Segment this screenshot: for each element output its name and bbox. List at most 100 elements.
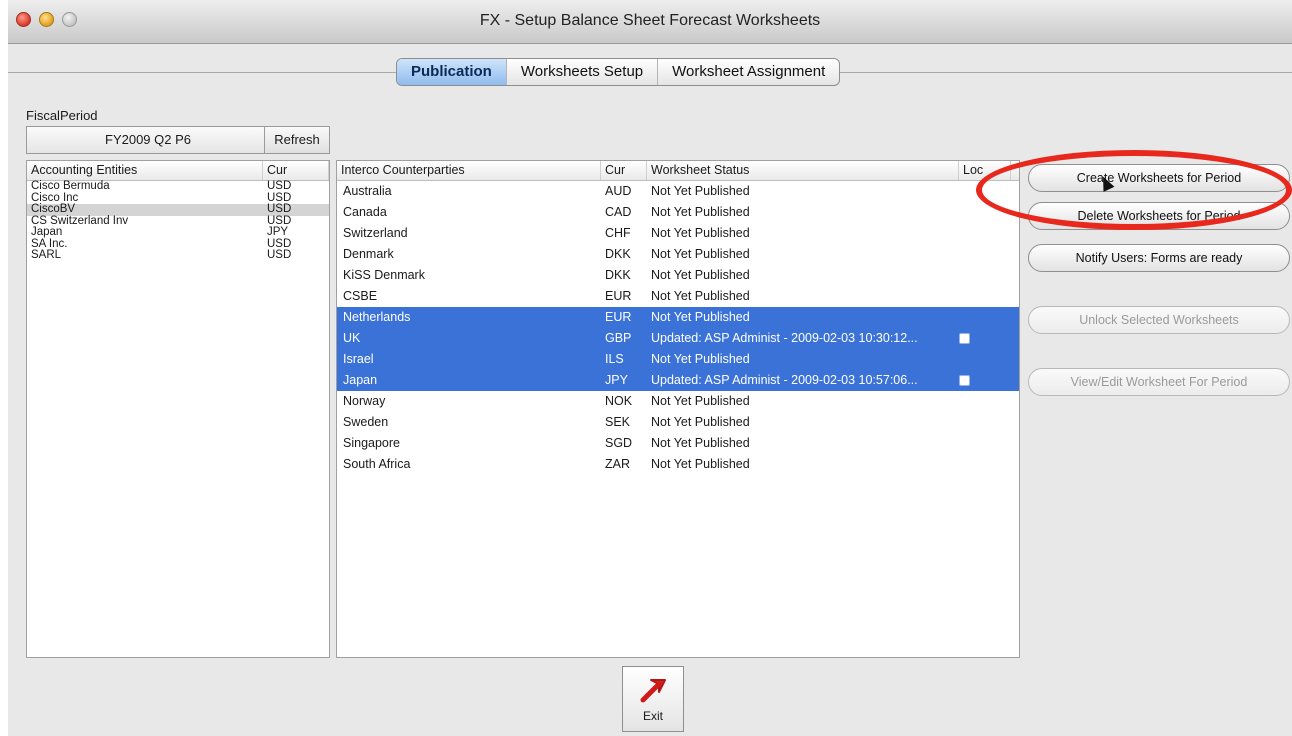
- app-window: FX - Setup Balance Sheet Forecast Worksh…: [8, 0, 1292, 736]
- worksheet-status: Not Yet Published: [651, 247, 750, 261]
- lock-cell: [959, 454, 1011, 475]
- counterparty-currency: GBP: [605, 331, 632, 345]
- counterparty-name: Switzerland: [343, 226, 408, 240]
- exit-button[interactable]: Exit: [622, 666, 684, 732]
- entity-currency: JPY: [267, 226, 289, 238]
- counterparty-currency: DKK: [605, 247, 631, 261]
- counterparty-currency: ILS: [605, 352, 624, 366]
- entity-name: Japan: [31, 226, 63, 238]
- worksheet-status: Updated: ASP Administ - 2009-02-03 10:30…: [651, 331, 918, 345]
- counterparties-name-header[interactable]: Interco Counterparties: [337, 161, 601, 180]
- tab-worksheet-assignment[interactable]: Worksheet Assignment: [658, 59, 839, 85]
- counterparty-name: Australia: [343, 184, 392, 198]
- worksheet-status: Not Yet Published: [651, 457, 750, 471]
- counterparty-row[interactable]: Sweden SEK Not Yet Published: [337, 412, 1019, 433]
- counterparty-name: Norway: [343, 394, 386, 408]
- counterparty-currency: CAD: [605, 205, 632, 219]
- accounting-entities-list[interactable]: Accounting Entities Cur Cisco Bermuda USD…: [26, 160, 330, 658]
- entity-currency: USD: [267, 180, 292, 192]
- window-title: FX - Setup Balance Sheet Forecast Worksh…: [479, 12, 821, 29]
- worksheet-status: Not Yet Published: [651, 310, 750, 324]
- counterparty-name: Singapore: [343, 436, 400, 450]
- entity-row[interactable]: SARL USD: [27, 249, 329, 262]
- lock-cell: [959, 286, 1011, 307]
- lock-checkbox[interactable]: [959, 333, 970, 344]
- counterparty-row[interactable]: Netherlands EUR Not Yet Published: [337, 307, 1019, 328]
- entity-name: CS Switzerland Inv: [31, 214, 129, 227]
- lock-cell: [959, 307, 1011, 328]
- worksheet-status: Not Yet Published: [651, 436, 750, 450]
- counterparty-row[interactable]: Australia AUD Not Yet Published: [337, 181, 1019, 202]
- counterparty-row[interactable]: South Africa ZAR Not Yet Published: [337, 454, 1019, 475]
- counterparty-row[interactable]: UK GBP Updated: ASP Administ - 2009-02-03 …: [337, 328, 1019, 349]
- counterparty-name: Japan: [343, 373, 378, 387]
- lock-cell: [959, 391, 1011, 412]
- worksheet-status: Not Yet Published: [651, 394, 750, 408]
- counterparty-row[interactable]: Switzerland CHF Not Yet Published: [337, 223, 1019, 244]
- exit-label: Exit: [642, 709, 663, 723]
- counterparty-row[interactable]: Israel ILS Not Yet Published: [337, 349, 1019, 370]
- counterparty-currency: EUR: [605, 289, 632, 303]
- lock-cell: [959, 328, 1011, 349]
- worksheet-status: Not Yet Published: [651, 289, 750, 303]
- lock-cell: [959, 223, 1011, 244]
- entity-name: SARL: [31, 249, 62, 261]
- interco-counterparties-table[interactable]: Interco Counterparties Cur Worksheet Sta…: [336, 160, 1020, 658]
- lock-cell: [959, 244, 1011, 265]
- refresh-button[interactable]: Refresh: [264, 126, 330, 154]
- worksheet-status: Not Yet Published: [651, 205, 750, 219]
- entities-cur-header[interactable]: Cur: [263, 161, 329, 180]
- notify-users-button[interactable]: Notify Users: Forms are ready: [1028, 244, 1290, 272]
- counterparty-row[interactable]: Japan JPY Updated: ASP Administ - 2009-02-…: [337, 370, 1019, 391]
- counterparty-row[interactable]: CSBE EUR Not Yet Published: [337, 286, 1019, 307]
- counterparty-row[interactable]: Singapore SGD Not Yet Published: [337, 433, 1019, 454]
- entity-name: SA Inc.: [31, 237, 68, 250]
- worksheet-status: Not Yet Published: [651, 268, 750, 282]
- tab-bar: Publication Worksheets Setup Worksheet A…: [396, 58, 841, 86]
- entity-currency: USD: [267, 249, 292, 261]
- counterparty-name: South Africa: [343, 457, 411, 471]
- unlock-worksheets-button[interactable]: Unlock Selected Worksheets: [1028, 306, 1290, 334]
- counterparties-header: Interco Counterparties Cur Worksheet Sta…: [337, 161, 1019, 181]
- worksheet-status: Updated: ASP Administ - 2009-02-03 10:57…: [651, 373, 918, 387]
- lock-cell: [959, 412, 1011, 433]
- counterparty-row[interactable]: Canada CAD Not Yet Published: [337, 202, 1019, 223]
- tab-publication[interactable]: Publication: [397, 59, 507, 85]
- entity-row[interactable]: Japan JPY: [27, 226, 329, 239]
- counterparty-name: UK: [343, 331, 361, 345]
- entity-name: CiscoBV: [31, 203, 76, 215]
- counterparty-name: KiSS Denmark: [343, 268, 425, 282]
- counterparty-name: Netherlands: [343, 310, 411, 324]
- entity-row[interactable]: Cisco Bermuda USD: [27, 180, 329, 193]
- counterparty-row[interactable]: KiSS Denmark DKK Not Yet Published: [337, 265, 1019, 286]
- counterparty-name: Sweden: [343, 415, 389, 429]
- counterparty-row[interactable]: Norway NOK Not Yet Published: [337, 391, 1019, 412]
- counterparty-name: Canada: [343, 205, 387, 219]
- entities-header: Accounting Entities Cur: [27, 161, 329, 181]
- entities-rows: Cisco Bermuda USD Cisco Inc USD CiscoBV USD CS…: [27, 180, 329, 262]
- entity-row[interactable]: CiscoBV USD: [27, 203, 329, 216]
- lock-cell: [959, 265, 1011, 286]
- lock-checkbox[interactable]: [959, 375, 970, 386]
- worksheet-status-header[interactable]: Worksheet Status: [647, 161, 959, 180]
- counterparties-rows: Australia AUD Not Yet Published Canada CAD No…: [337, 181, 1019, 475]
- counterparty-currency: JPY: [605, 373, 628, 387]
- worksheet-status: Not Yet Published: [651, 415, 750, 429]
- counterparty-row[interactable]: Denmark DKK Not Yet Published: [337, 244, 1019, 265]
- counterparty-currency: AUD: [605, 184, 632, 198]
- view-edit-worksheet-button[interactable]: View/Edit Worksheet For Period: [1028, 368, 1290, 396]
- title-bar: FX - Setup Balance Sheet Forecast Worksh…: [8, 0, 1292, 44]
- counterparty-name: CSBE: [343, 289, 378, 303]
- counterparty-currency: NOK: [605, 394, 633, 408]
- entities-name-header[interactable]: Accounting Entities: [27, 161, 263, 180]
- entity-name: Cisco Bermuda: [31, 180, 110, 192]
- counterparties-cur-header[interactable]: Cur: [601, 161, 647, 180]
- counterparty-currency: ZAR: [605, 457, 630, 471]
- counterparty-currency: CHF: [605, 226, 631, 240]
- entity-currency: USD: [267, 203, 292, 215]
- fiscal-period-field[interactable]: FY2009 Q2 P6: [26, 126, 270, 154]
- counterparty-currency: EUR: [605, 310, 632, 324]
- worksheet-status: Not Yet Published: [651, 352, 750, 366]
- tab-worksheets-setup[interactable]: Worksheets Setup: [507, 59, 659, 85]
- worksheet-status: Not Yet Published: [651, 184, 750, 198]
